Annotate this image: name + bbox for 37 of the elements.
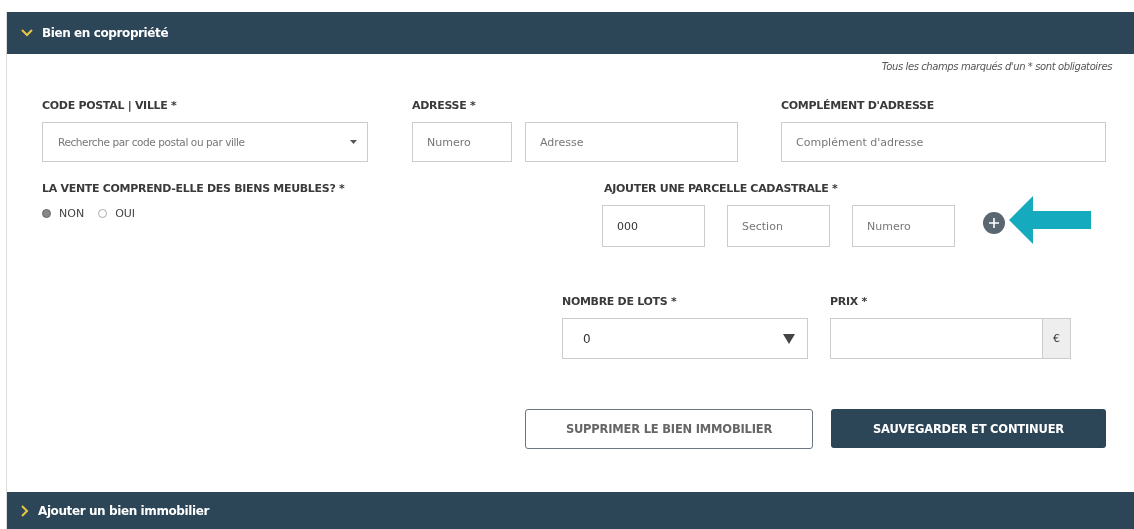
input-field[interactable]: Section bbox=[727, 205, 830, 247]
radio-option[interactable]: OUI bbox=[98, 207, 136, 220]
field-label: PRIX * bbox=[830, 295, 868, 308]
radio-icon[interactable] bbox=[42, 209, 51, 218]
chevron-right-icon bbox=[21, 504, 29, 517]
field-label: COMPLÉMENT D'ADRESSE bbox=[781, 99, 935, 112]
caret-icon bbox=[783, 333, 795, 344]
input-field[interactable]: Numero bbox=[412, 122, 512, 162]
input-field[interactable] bbox=[830, 318, 1043, 359]
add-button[interactable] bbox=[983, 212, 1005, 234]
section-header[interactable]: Ajouter un bien immobilier bbox=[7, 492, 1134, 529]
field-label: ADRESSE * bbox=[412, 99, 477, 112]
field-label: CODE POSTAL | VILLE * bbox=[42, 99, 178, 112]
radio-icon[interactable] bbox=[98, 209, 108, 218]
chevron-down-icon bbox=[21, 29, 33, 37]
select-field[interactable]: 0 bbox=[562, 318, 808, 359]
plus-icon bbox=[989, 218, 999, 228]
section-title: Bien en copropriété bbox=[42, 26, 169, 40]
section-header[interactable]: Bien en copropriété bbox=[7, 12, 1134, 54]
input-field[interactable]: 000 bbox=[602, 205, 705, 247]
select-field[interactable]: Recherche par code postal ou par ville bbox=[42, 122, 368, 162]
radio-option[interactable]: NON bbox=[42, 207, 85, 220]
field-label: AJOUTER UNE PARCELLE CADASTRALE * bbox=[604, 182, 839, 195]
save-button[interactable]: SAUVEGARDER ET CONTINUER bbox=[831, 409, 1106, 448]
arrow-icon bbox=[1009, 196, 1091, 244]
required-note: Tous les champs marqués d'un * sont obligatoires bbox=[881, 61, 1112, 72]
currency-addon: € bbox=[1043, 318, 1071, 359]
radio-label: NON bbox=[59, 207, 85, 220]
caret-icon bbox=[350, 140, 357, 144]
section-title: Ajouter un bien immobilier bbox=[38, 503, 209, 518]
field-label: LA VENTE COMPREND-ELLE DES BIENS MEUBLES? * bbox=[42, 182, 346, 195]
input-field[interactable]: Adresse bbox=[525, 122, 738, 162]
radio-label: OUI bbox=[115, 207, 136, 220]
input-field[interactable]: Numero bbox=[852, 205, 955, 247]
field-label: NOMBRE DE LOTS * bbox=[562, 295, 678, 308]
input-field[interactable]: Complément d'adresse bbox=[781, 122, 1106, 162]
delete-button[interactable]: SUPPRIMER LE BIEN IMMOBILIER bbox=[525, 409, 813, 449]
